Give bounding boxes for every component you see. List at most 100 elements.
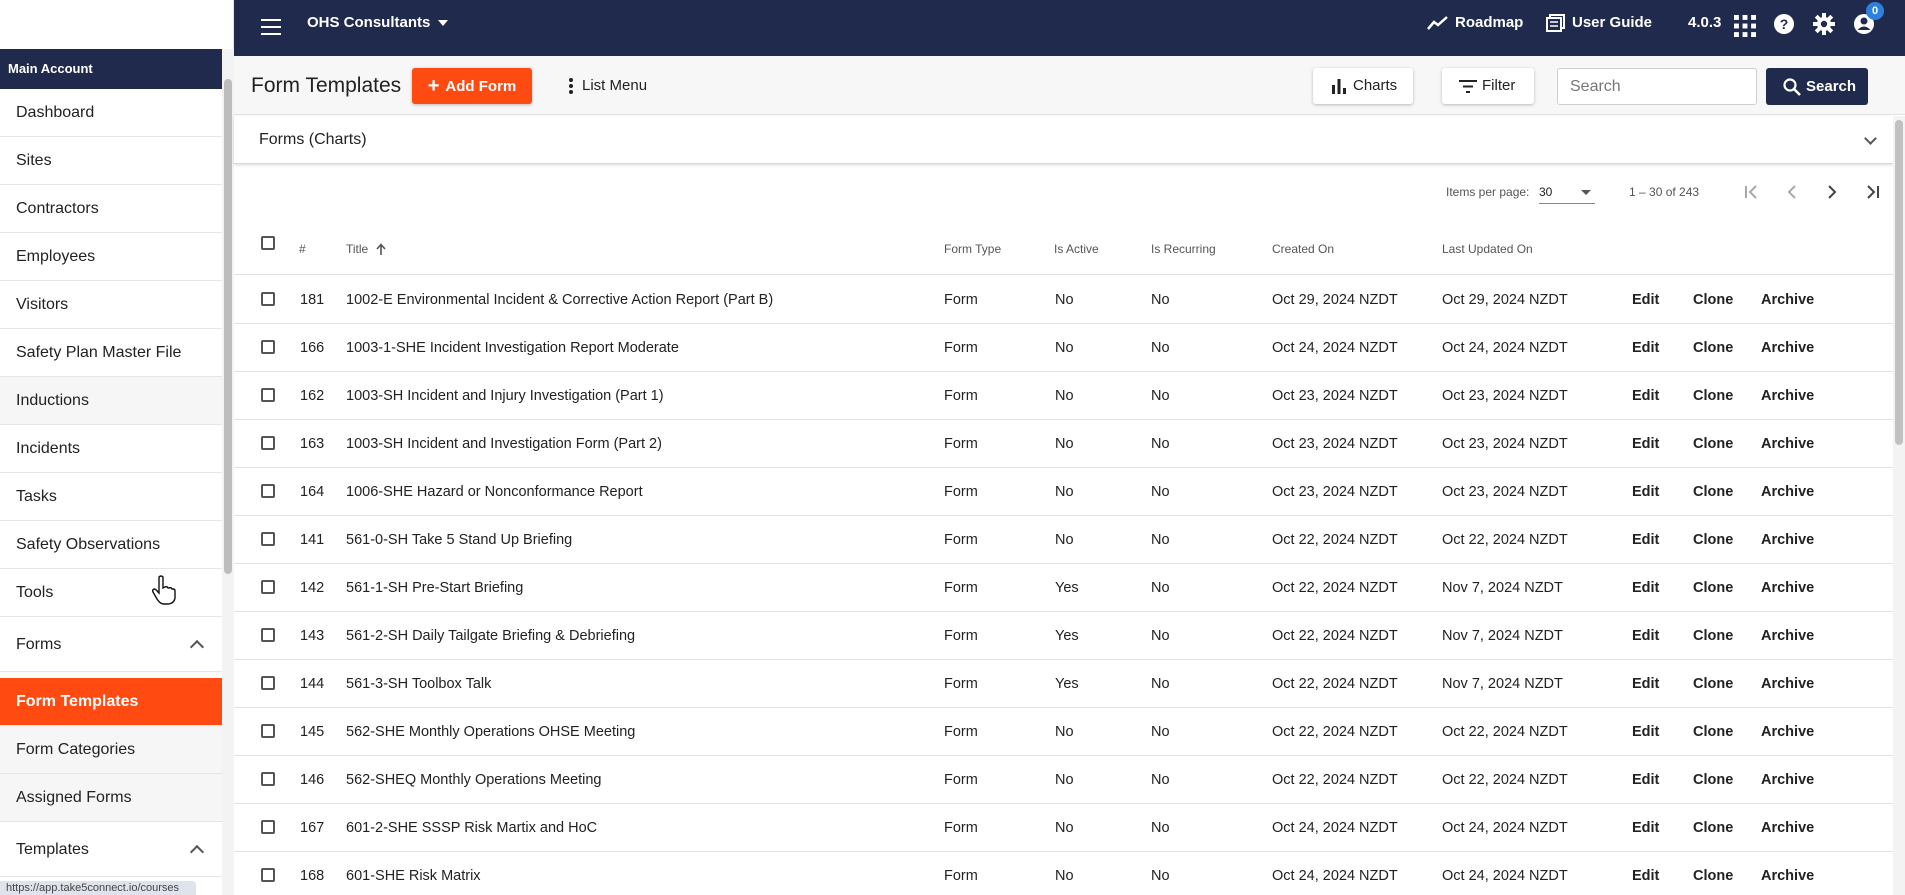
- first-page-icon[interactable]: [1744, 184, 1760, 200]
- sidebar-item-tools[interactable]: Tools: [0, 569, 222, 617]
- edit-button[interactable]: Edit: [1632, 708, 1659, 756]
- prev-page-icon[interactable]: [1784, 184, 1800, 200]
- row-checkbox[interactable]: [261, 772, 275, 786]
- archive-button[interactable]: Archive: [1761, 564, 1814, 612]
- row-checkbox[interactable]: [261, 292, 275, 306]
- archive-button[interactable]: Archive: [1761, 804, 1814, 852]
- table-row[interactable]: 163 1003-SH Incident and Investigation Fo…: [234, 420, 1893, 468]
- table-row[interactable]: 144 561-3-SH Toolbox Talk Form Yes No Oct 22,…: [234, 660, 1893, 708]
- sidebar-item-visitors[interactable]: Visitors: [0, 281, 222, 329]
- row-checkbox[interactable]: [261, 532, 275, 546]
- clone-button[interactable]: Clone: [1693, 804, 1733, 852]
- archive-button[interactable]: Archive: [1761, 468, 1814, 516]
- row-checkbox[interactable]: [261, 484, 275, 498]
- clone-button[interactable]: Clone: [1693, 756, 1733, 804]
- filter-button[interactable]: Filter: [1442, 68, 1534, 104]
- edit-button[interactable]: Edit: [1632, 372, 1659, 420]
- row-checkbox[interactable]: [261, 868, 275, 882]
- table-row[interactable]: 166 1003-1-SHE Incident Investigation Rep…: [234, 324, 1893, 372]
- sidebar-item-tasks[interactable]: Tasks: [0, 473, 222, 521]
- column-header-title[interactable]: Title: [346, 223, 386, 275]
- archive-button[interactable]: Archive: [1761, 756, 1814, 804]
- main-scrollbar-thumb[interactable]: [1895, 120, 1903, 445]
- edit-button[interactable]: Edit: [1632, 852, 1659, 895]
- search-button[interactable]: Search: [1766, 68, 1868, 105]
- archive-button[interactable]: Archive: [1761, 276, 1814, 324]
- roadmap-link[interactable]: Roadmap: [1427, 0, 1523, 46]
- org-switcher[interactable]: OHS Consultants: [307, 0, 449, 46]
- sidebar-group-templates[interactable]: Templates: [0, 822, 222, 877]
- sidebar-item-contractors[interactable]: Contractors: [0, 185, 222, 233]
- sidebar-scrollbar[interactable]: [222, 49, 234, 895]
- table-row[interactable]: 143 561-2-SH Daily Tailgate Briefing & De…: [234, 612, 1893, 660]
- sidebar-item-safety-plan-master-file[interactable]: Safety Plan Master File: [0, 329, 222, 377]
- table-row[interactable]: 141 561-0-SH Take 5 Stand Up Briefing Form…: [234, 516, 1893, 564]
- row-checkbox[interactable]: [261, 580, 275, 594]
- sidebar-item-incidents[interactable]: Incidents: [0, 425, 222, 473]
- search-input[interactable]: [1557, 68, 1757, 105]
- edit-button[interactable]: Edit: [1632, 756, 1659, 804]
- clone-button[interactable]: Clone: [1693, 468, 1733, 516]
- edit-button[interactable]: Edit: [1632, 564, 1659, 612]
- archive-button[interactable]: Archive: [1761, 516, 1814, 564]
- clone-button[interactable]: Clone: [1693, 516, 1733, 564]
- edit-button[interactable]: Edit: [1632, 660, 1659, 708]
- clone-button[interactable]: Clone: [1693, 372, 1733, 420]
- clone-button[interactable]: Clone: [1693, 564, 1733, 612]
- column-header-last-updated-on[interactable]: Last Updated On: [1442, 223, 1533, 275]
- clone-button[interactable]: Clone: [1693, 420, 1733, 468]
- list-menu-button[interactable]: List Menu: [569, 68, 647, 104]
- edit-button[interactable]: Edit: [1632, 468, 1659, 516]
- column-header-number[interactable]: #: [299, 223, 306, 275]
- clone-button[interactable]: Clone: [1693, 276, 1733, 324]
- archive-button[interactable]: Archive: [1761, 372, 1814, 420]
- sidebar-item-assigned-forms[interactable]: Assigned Forms: [0, 774, 222, 822]
- sidebar-item-form-categories[interactable]: Form Categories: [0, 726, 222, 774]
- edit-button[interactable]: Edit: [1632, 612, 1659, 660]
- clone-button[interactable]: Clone: [1693, 324, 1733, 372]
- table-row[interactable]: 168 601-SHE Risk Matrix Form No No Oct 24, 20…: [234, 852, 1893, 895]
- table-row[interactable]: 162 1003-SH Incident and Injury Investiga…: [234, 372, 1893, 420]
- row-checkbox[interactable]: [261, 628, 275, 642]
- row-checkbox[interactable]: [261, 820, 275, 834]
- clone-button[interactable]: Clone: [1693, 660, 1733, 708]
- charts-button[interactable]: Charts: [1313, 68, 1413, 104]
- sidebar-item-dashboard[interactable]: Dashboard: [0, 89, 222, 137]
- apps-grid-icon[interactable]: [1734, 15, 1756, 37]
- items-per-page-select[interactable]: 30: [1539, 182, 1595, 204]
- sidebar-item-safety-observations[interactable]: Safety Observations: [0, 521, 222, 569]
- table-row[interactable]: 142 561-1-SH Pre-Start Briefing Form Yes No O…: [234, 564, 1893, 612]
- column-header-is-active[interactable]: Is Active: [1054, 223, 1099, 275]
- menu-icon[interactable]: [261, 19, 281, 35]
- row-checkbox[interactable]: [261, 436, 275, 450]
- edit-button[interactable]: Edit: [1632, 324, 1659, 372]
- last-page-icon[interactable]: [1864, 184, 1880, 200]
- select-all-checkbox[interactable]: [261, 236, 275, 250]
- sidebar-item-form-templates[interactable]: Form Templates: [0, 678, 222, 726]
- archive-button[interactable]: Archive: [1761, 708, 1814, 756]
- archive-button[interactable]: Archive: [1761, 612, 1814, 660]
- archive-button[interactable]: Archive: [1761, 852, 1814, 895]
- table-row[interactable]: 167 601-2-SHE SSSP Risk Martix and HoC For…: [234, 804, 1893, 852]
- clone-button[interactable]: Clone: [1693, 612, 1733, 660]
- edit-button[interactable]: Edit: [1632, 804, 1659, 852]
- row-checkbox[interactable]: [261, 724, 275, 738]
- row-checkbox[interactable]: [261, 676, 275, 690]
- row-checkbox[interactable]: [261, 388, 275, 402]
- sidebar-scrollbar-thumb[interactable]: [224, 79, 232, 574]
- edit-button[interactable]: Edit: [1632, 516, 1659, 564]
- charts-expansion-panel[interactable]: Forms (Charts): [234, 116, 1893, 164]
- column-header-is-recurring[interactable]: Is Recurring: [1151, 223, 1216, 275]
- edit-button[interactable]: Edit: [1632, 276, 1659, 324]
- column-header-created-on[interactable]: Created On: [1272, 223, 1334, 275]
- next-page-icon[interactable]: [1824, 184, 1840, 200]
- main-scrollbar[interactable]: [1893, 116, 1905, 895]
- settings-icon[interactable]: [1813, 13, 1835, 35]
- table-row[interactable]: 164 1006-SHE Hazard or Nonconformance Rep…: [234, 468, 1893, 516]
- archive-button[interactable]: Archive: [1761, 324, 1814, 372]
- help-icon[interactable]: ?: [1773, 13, 1795, 35]
- clone-button[interactable]: Clone: [1693, 708, 1733, 756]
- sidebar-item-sites[interactable]: Sites: [0, 137, 222, 185]
- row-checkbox[interactable]: [261, 340, 275, 354]
- archive-button[interactable]: Archive: [1761, 660, 1814, 708]
